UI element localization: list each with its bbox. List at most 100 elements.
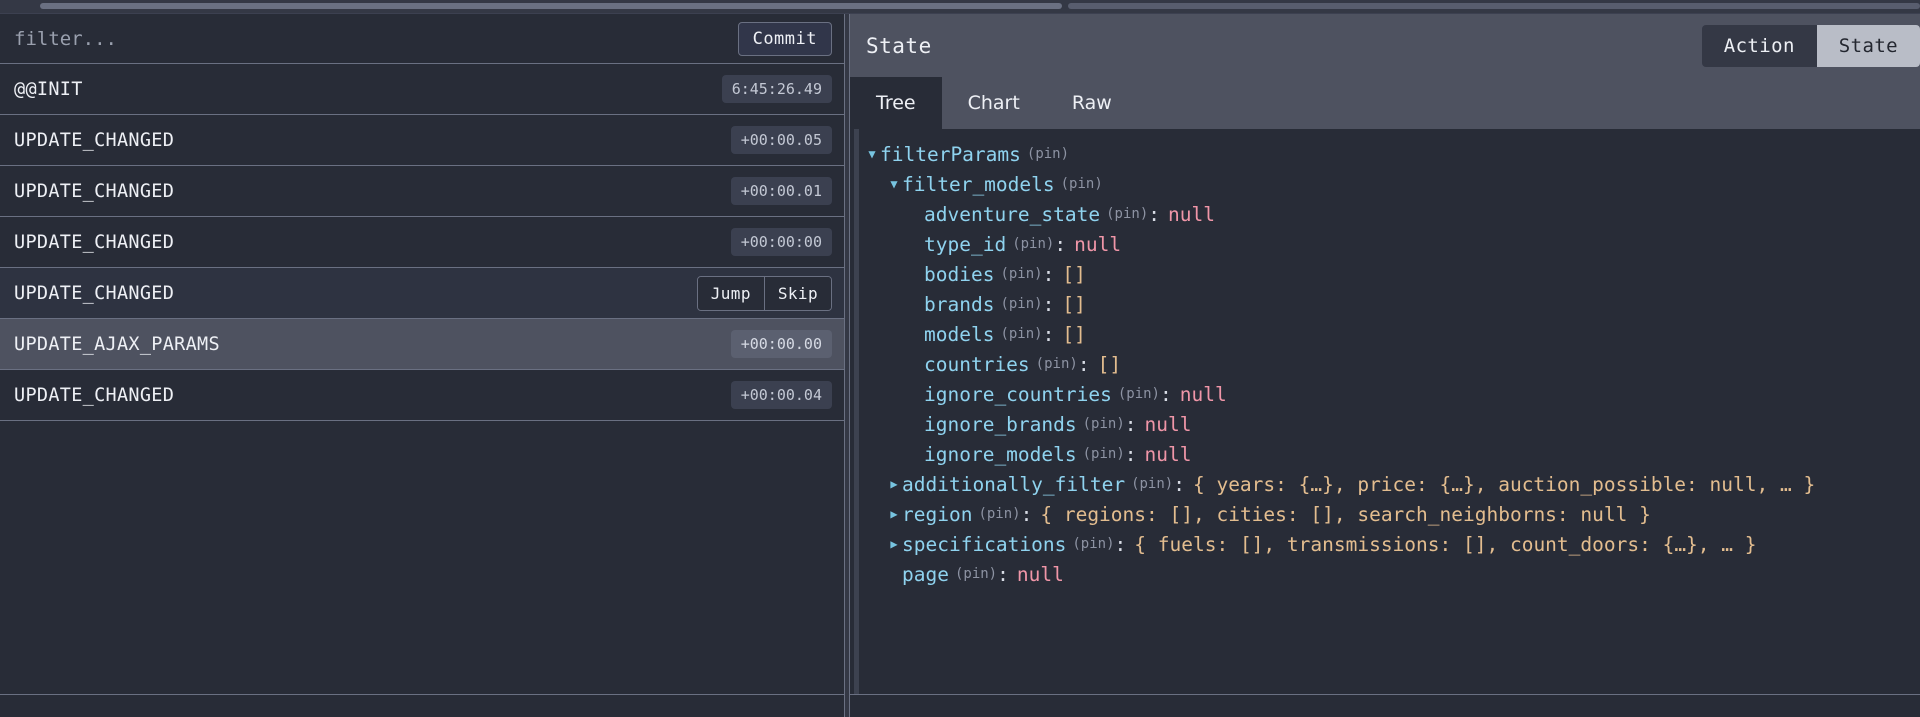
tree-vertical-scrollbar[interactable] bbox=[854, 129, 859, 694]
tree-node[interactable]: ▶brands(pin):[] bbox=[864, 289, 1920, 319]
tree-node-colon: : bbox=[1114, 532, 1127, 556]
pin-label[interactable]: (pin) bbox=[1000, 326, 1042, 342]
tree-node-colon: : bbox=[1160, 382, 1172, 406]
header-tab-state[interactable]: State bbox=[1816, 24, 1920, 67]
page-title: State bbox=[866, 33, 932, 58]
action-name: UPDATE_CHANGED bbox=[14, 180, 175, 202]
pin-label[interactable]: (pin) bbox=[1061, 176, 1103, 192]
state-panel: State Action State Tree Chart Raw ▼ filterPa… bbox=[850, 14, 1920, 717]
tree-node-colon: : bbox=[1173, 472, 1185, 496]
action-row[interactable]: UPDATE_CHANGED +00:00.04 bbox=[0, 370, 844, 421]
tree-node[interactable]: ▶bodies(pin):[] bbox=[864, 259, 1920, 289]
pin-label[interactable]: (pin) bbox=[1012, 236, 1054, 252]
tree-node-key: additionally_filter bbox=[902, 472, 1126, 496]
tree-node[interactable]: ▶ specifications (pin): { fuels: [], transm… bbox=[864, 529, 1920, 559]
header-tab-action[interactable]: Action bbox=[1701, 24, 1817, 67]
chevron-down-icon[interactable]: ▼ bbox=[886, 177, 902, 191]
action-row[interactable]: UPDATE_CHANGED +00:00.01 bbox=[0, 166, 844, 217]
pin-label[interactable]: (pin) bbox=[1000, 296, 1042, 312]
tree-node-key: specifications bbox=[902, 532, 1067, 556]
action-row[interactable]: UPDATE_AJAX_PARAMS +00:00.00 bbox=[0, 319, 844, 370]
tree-node[interactable]: ▶adventure_state(pin):null bbox=[864, 199, 1920, 229]
skip-button[interactable]: Skip bbox=[763, 276, 831, 310]
filter-input[interactable] bbox=[14, 21, 574, 56]
action-row[interactable]: @@INIT 6:45:26.49 bbox=[0, 64, 844, 115]
filter-bar: Commit bbox=[0, 14, 844, 64]
tree-node-value: [] bbox=[1097, 352, 1122, 376]
pin-label[interactable]: (pin) bbox=[1106, 206, 1148, 222]
pin-label[interactable]: (pin) bbox=[955, 566, 997, 582]
pin-label[interactable]: (pin) bbox=[978, 506, 1020, 522]
pin-label[interactable]: (pin) bbox=[1083, 446, 1125, 462]
tree-node-value: null bbox=[1144, 412, 1192, 436]
tree-node-colon: : bbox=[1042, 292, 1055, 316]
pin-label[interactable]: (pin) bbox=[1027, 146, 1069, 162]
action-name: UPDATE_CHANGED bbox=[14, 129, 175, 151]
chevron-right-icon[interactable]: ▶ bbox=[886, 537, 902, 551]
tree-node-key: region bbox=[902, 502, 973, 526]
action-name: UPDATE_CHANGED bbox=[14, 282, 175, 304]
tab-chart[interactable]: Chart bbox=[942, 77, 1046, 129]
tree-node-colon: : bbox=[1020, 502, 1033, 526]
action-name: UPDATE_CHANGED bbox=[14, 231, 175, 253]
inspector-tabs[interactable]: Tree Chart Raw bbox=[850, 77, 1920, 129]
tree-node-colon: : bbox=[1124, 442, 1137, 466]
horizontal-scrollbar-left-thumb[interactable] bbox=[40, 3, 1062, 9]
action-list-panel: Commit @@INIT 6:45:26.49 UPDATE_CHANGED +00… bbox=[0, 14, 845, 717]
top-scrollbar-strip bbox=[0, 0, 1920, 14]
tree-node-colon: : bbox=[997, 562, 1009, 586]
tree-node-key: page bbox=[902, 562, 949, 586]
tab-raw[interactable]: Raw bbox=[1046, 77, 1138, 129]
commit-button[interactable]: Commit bbox=[737, 21, 832, 56]
tree-node-value: null bbox=[1016, 562, 1064, 586]
tree-node[interactable]: ▶ignore_brands(pin):null bbox=[864, 409, 1920, 439]
pin-label[interactable]: (pin) bbox=[1000, 266, 1042, 282]
pin-label[interactable]: (pin) bbox=[1118, 386, 1160, 402]
action-name: @@INIT bbox=[14, 78, 83, 100]
action-row[interactable]: UPDATE_CHANGED Jump Skip bbox=[0, 268, 844, 319]
tree-node-key: filter_models bbox=[902, 172, 1055, 196]
action-timestamp-badge: +00:00:00 bbox=[730, 228, 832, 256]
tab-tree[interactable]: Tree bbox=[850, 77, 942, 129]
tree-node[interactable]: ▼ filter_models (pin) bbox=[864, 169, 1920, 199]
horizontal-scrollbar-right-thumb[interactable] bbox=[1068, 3, 1920, 9]
action-list-footer bbox=[0, 694, 844, 717]
pin-label[interactable]: (pin) bbox=[1131, 476, 1173, 492]
devtools-root: Commit @@INIT 6:45:26.49 UPDATE_CHANGED +00… bbox=[0, 14, 1920, 717]
tree-node-value: { years: {…}, price: {…}, auction_possib… bbox=[1192, 472, 1816, 496]
tree-node-colon: : bbox=[1148, 202, 1161, 226]
tree-node[interactable]: ▶type_id(pin):null bbox=[864, 229, 1920, 259]
action-name: UPDATE_AJAX_PARAMS bbox=[14, 333, 220, 355]
tree-node-colon: : bbox=[1077, 352, 1090, 376]
action-row[interactable]: UPDATE_CHANGED +00:00.05 bbox=[0, 115, 844, 166]
tree-node[interactable]: ▶ region (pin): { regions: [], cities: [], … bbox=[864, 499, 1920, 529]
state-tree-container: ▼filterParams(pin)▼filter_models(pin)▶ad… bbox=[850, 129, 1920, 694]
action-row[interactable]: UPDATE_CHANGED +00:00:00 bbox=[0, 217, 844, 268]
chevron-right-icon[interactable]: ▶ bbox=[886, 477, 902, 491]
tree-node[interactable]: ▶countries(pin):[] bbox=[864, 349, 1920, 379]
tree-node[interactable]: ▶page(pin):null bbox=[864, 559, 1920, 589]
tree-node[interactable]: ▶models(pin):[] bbox=[864, 319, 1920, 349]
tree-node[interactable]: ▶ additionally_filter (pin): { years: {…}, … bbox=[864, 469, 1920, 499]
action-state-toggle[interactable]: Action State bbox=[1701, 24, 1920, 67]
tree-node[interactable]: ▶ignore_countries(pin):null bbox=[864, 379, 1920, 409]
jump-button[interactable]: Jump bbox=[697, 276, 764, 310]
tree-node-key: countries bbox=[924, 352, 1030, 376]
tree-node[interactable]: ▼ filterParams (pin) bbox=[864, 139, 1920, 169]
state-panel-header: State Action State bbox=[850, 14, 1920, 77]
action-timestamp-badge: +00:00.05 bbox=[730, 126, 832, 154]
state-tree: ▼filterParams(pin)▼filter_models(pin)▶ad… bbox=[850, 139, 1920, 589]
tree-node-key: adventure_state bbox=[924, 202, 1101, 226]
chevron-down-icon[interactable]: ▼ bbox=[864, 147, 880, 161]
jump-skip-group: Jump Skip bbox=[696, 275, 832, 311]
pin-label[interactable]: (pin) bbox=[1036, 356, 1078, 372]
action-list[interactable]: @@INIT 6:45:26.49 UPDATE_CHANGED +00:00.05 U… bbox=[0, 64, 844, 694]
tree-node-key: ignore_countries bbox=[924, 382, 1112, 406]
pin-label[interactable]: (pin) bbox=[1083, 416, 1125, 432]
pin-label[interactable]: (pin) bbox=[1072, 536, 1114, 552]
chevron-right-icon[interactable]: ▶ bbox=[886, 507, 902, 521]
tree-node-key: ignore_models bbox=[924, 442, 1077, 466]
tree-node-key: filterParams bbox=[880, 142, 1021, 166]
tree-node[interactable]: ▶ignore_models(pin):null bbox=[864, 439, 1920, 469]
tree-node-colon: : bbox=[1042, 322, 1055, 346]
